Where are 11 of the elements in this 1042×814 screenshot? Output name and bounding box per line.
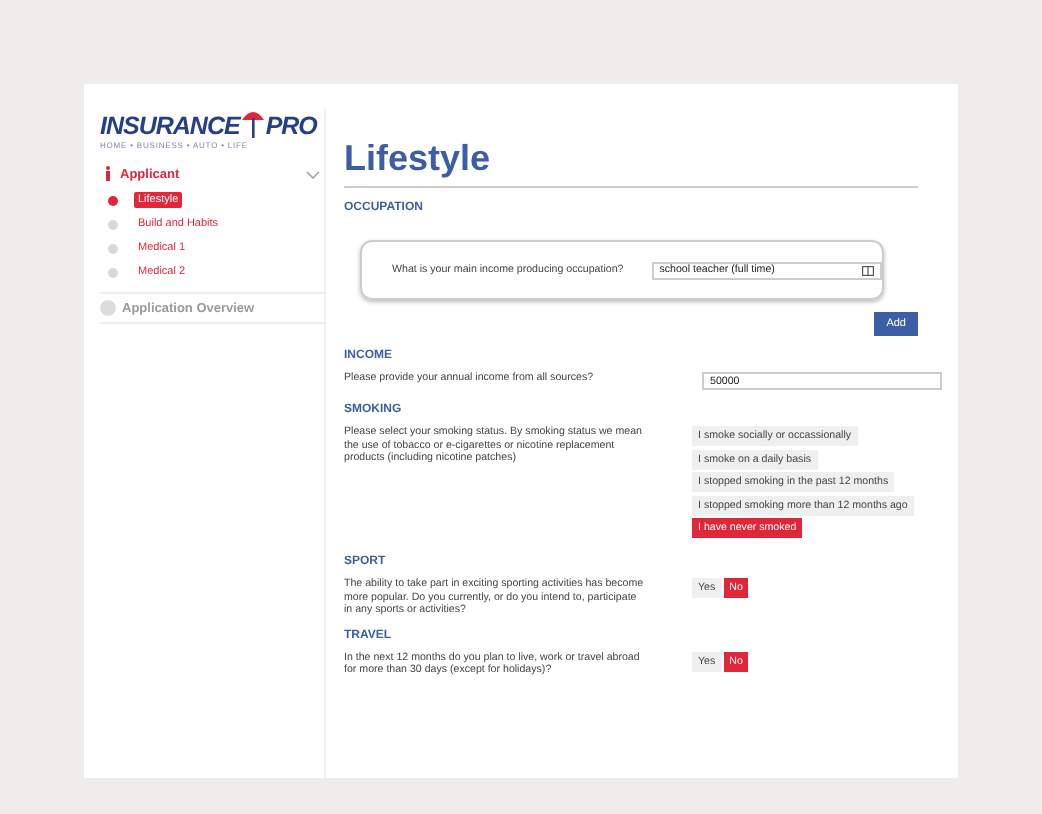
status-dot — [108, 267, 118, 277]
status-dot — [108, 243, 118, 253]
status-dot — [100, 300, 116, 316]
logo-text: INSURANCE — [100, 112, 240, 140]
logo-text: PRO — [265, 112, 317, 140]
chevron-icon[interactable] — [306, 169, 320, 179]
status-dot — [108, 219, 118, 229]
status-dot — [108, 195, 118, 205]
umbrella-icon — [241, 108, 264, 140]
page-title: Lifestyle — [344, 138, 918, 188]
book-icon — [861, 265, 874, 275]
